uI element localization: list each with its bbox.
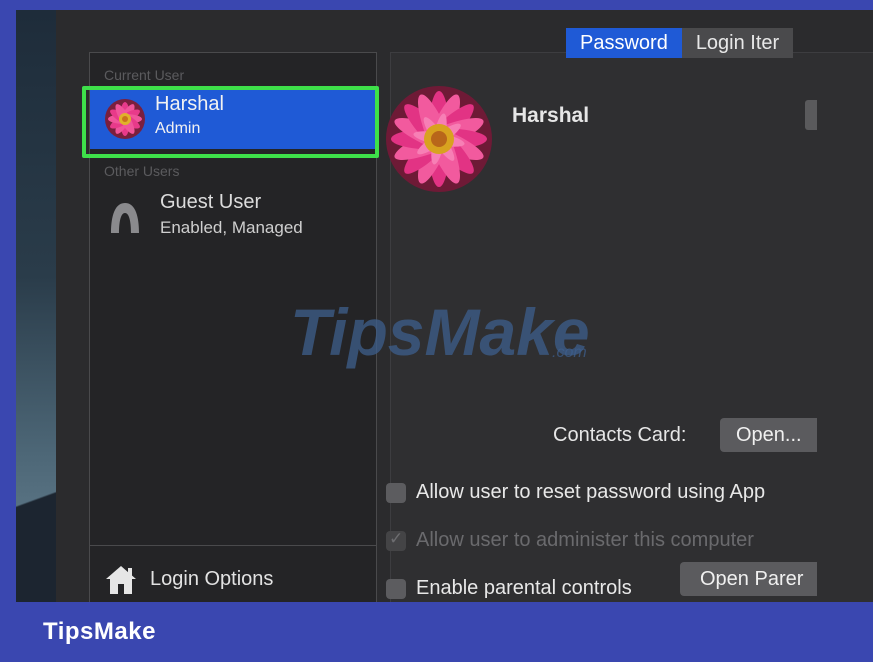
user-picture[interactable] <box>386 86 492 192</box>
other-users-heading: Other Users <box>104 163 180 179</box>
guest-user-name: Guest User <box>160 191 262 213</box>
checkmark-icon: ✓ <box>389 529 404 548</box>
reset-password-label: Allow user to reset password using App <box>416 481 766 503</box>
footer-brand: TipsMake <box>43 618 156 645</box>
parental-controls-label: Enable parental controls <box>416 577 632 599</box>
pane-tabs: Password Login Iter <box>566 28 794 58</box>
reset-password-checkbox[interactable] <box>386 483 406 503</box>
guest-user-status: Enabled, Managed <box>160 218 303 237</box>
tab-login-items[interactable]: Login Iter <box>681 28 794 58</box>
tab-password[interactable]: Password <box>566 28 682 58</box>
guest-user-icon <box>107 199 143 233</box>
change-password-button[interactable] <box>805 100 817 130</box>
parental-controls-checkbox[interactable] <box>386 579 406 599</box>
administer-label: Allow user to administer this computer <box>416 529 754 551</box>
footer-bar: TipsMake <box>0 602 873 662</box>
administer-checkbox: ✓ <box>386 529 406 551</box>
current-user-heading: Current User <box>104 67 185 83</box>
contacts-open-button[interactable]: Open... <box>720 418 817 452</box>
frame-left <box>0 0 16 662</box>
login-options-label: Login Options <box>150 568 274 590</box>
sidebar-item-guest-user[interactable]: Guest User Enabled, Managed <box>90 183 376 245</box>
desktop-background <box>16 10 56 602</box>
frame-top <box>0 0 873 10</box>
pane-user-name: Harshal <box>512 104 590 127</box>
contacts-card-label: Contacts Card: <box>553 424 687 446</box>
selection-highlight-box <box>82 86 379 158</box>
open-parental-controls-button[interactable]: Open Parer <box>680 562 817 596</box>
house-icon <box>104 564 138 596</box>
